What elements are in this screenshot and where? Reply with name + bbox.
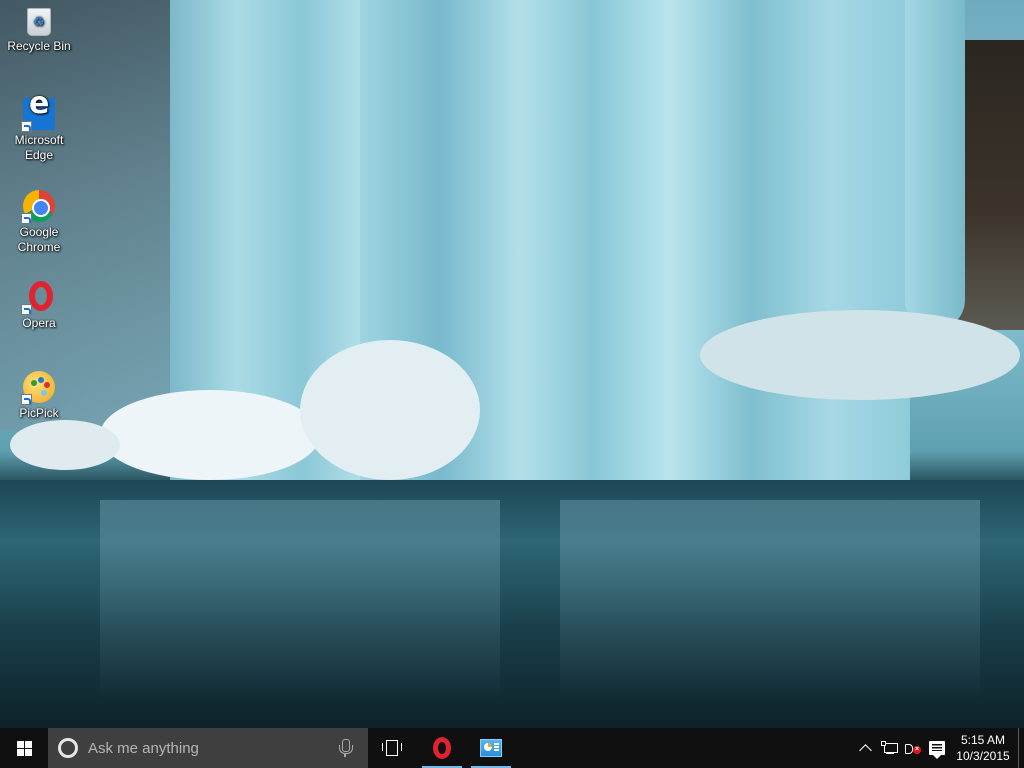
wallpaper-icicles — [905, 0, 965, 330]
edge-icon: e — [21, 89, 55, 132]
network-button[interactable] — [877, 728, 901, 768]
desktop-icon-google-chrome[interactable]: Google Chrome — [2, 190, 76, 255]
desktop-icon-label: Google Chrome — [17, 225, 61, 254]
windows-logo-icon — [16, 740, 32, 756]
clock-date: 10/3/2015 — [956, 749, 1010, 763]
search-box[interactable]: Ask me anything — [48, 728, 368, 768]
network-icon — [881, 741, 898, 755]
desktop-icon-opera[interactable]: Opera — [2, 281, 76, 331]
volume-button[interactable]: × — [902, 728, 926, 768]
wallpaper-icicles — [590, 0, 910, 560]
picpick-icon — [21, 371, 55, 405]
wallpaper-snow — [10, 420, 120, 470]
desktop-icon-recycle-bin[interactable]: Recycle Bin — [2, 8, 76, 54]
desktop-wallpaper — [0, 0, 1024, 728]
desktop-icon-picpick[interactable]: PicPick — [2, 371, 76, 421]
taskbar-app-opera[interactable] — [418, 728, 466, 768]
wallpaper-reflection — [560, 500, 980, 700]
task-view-button[interactable] — [368, 728, 416, 768]
desktop-icon-label: Recycle Bin — [7, 39, 71, 53]
microphone-icon[interactable] — [336, 738, 354, 758]
taskbar-app-control-panel[interactable] — [467, 728, 515, 768]
desktop-icon-label: PicPick — [19, 406, 59, 420]
wallpaper-snow — [700, 310, 1020, 400]
opera-icon — [433, 737, 451, 759]
desktop-icon-label: Opera — [22, 316, 56, 330]
show-hidden-icons-button[interactable] — [854, 728, 876, 768]
shortcut-arrow-icon — [21, 121, 32, 132]
wallpaper-reflection — [100, 500, 500, 700]
wallpaper-snow — [300, 340, 480, 480]
opera-icon — [21, 281, 55, 315]
shortcut-arrow-icon — [21, 304, 32, 315]
chevron-up-icon — [858, 744, 872, 757]
control-panel-icon — [480, 739, 502, 757]
action-center-button[interactable] — [926, 728, 948, 768]
desktop-icon-microsoft-edge[interactable]: e Microsoft Edge — [2, 89, 76, 163]
shortcut-arrow-icon — [21, 394, 32, 405]
clock-time: 5:15 AM — [960, 733, 1006, 747]
recycle-bin-icon — [27, 8, 51, 36]
task-view-icon — [382, 740, 402, 756]
volume-muted-icon: × — [905, 741, 923, 755]
desktop-icon-label: Microsoft Edge — [14, 133, 64, 162]
clock[interactable]: 5:15 AM 10/3/2015 — [948, 728, 1018, 768]
shortcut-arrow-icon — [21, 213, 32, 224]
taskbar: Ask me anything × 5:15 AM 10/3/2015 — [0, 728, 1024, 768]
search-input[interactable]: Ask me anything — [88, 740, 336, 757]
cortana-icon — [58, 738, 78, 758]
action-center-icon — [929, 741, 945, 759]
chrome-icon — [21, 190, 55, 224]
wallpaper-snow — [100, 390, 320, 480]
show-desktop-button[interactable] — [1018, 728, 1024, 768]
start-button[interactable] — [0, 728, 48, 768]
